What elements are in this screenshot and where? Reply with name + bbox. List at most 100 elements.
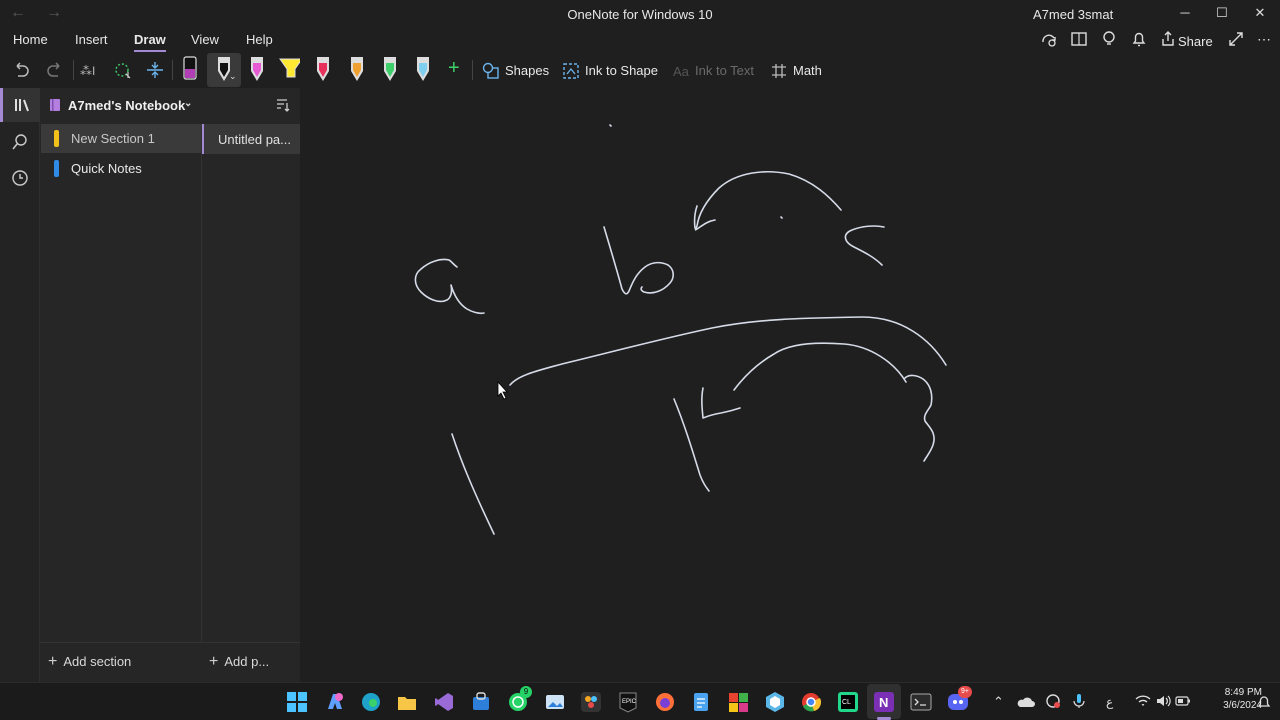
firefox-icon[interactable] bbox=[654, 691, 676, 713]
ink-stroke bbox=[509, 316, 947, 386]
user-name[interactable]: A7med 3smat bbox=[1033, 7, 1113, 22]
clock-time: 8:49 PM bbox=[1224, 687, 1262, 698]
chevron-up-icon[interactable]: ⌃ bbox=[993, 694, 1004, 710]
tab-home[interactable]: Home bbox=[13, 32, 48, 47]
add-page-label: Add p... bbox=[224, 654, 270, 669]
title-bar: ← → OneNote for Windows 10 A7med 3smat ─… bbox=[0, 0, 1280, 28]
sync-tray-icon[interactable] bbox=[1045, 693, 1061, 709]
wifi-icon[interactable] bbox=[1135, 694, 1151, 708]
add-section-label: Add section bbox=[63, 654, 132, 669]
maximize-button[interactable]: ☐ bbox=[1207, 3, 1237, 23]
add-space-icon[interactable] bbox=[145, 60, 167, 80]
windows-start-icon[interactable] bbox=[286, 691, 308, 713]
ink-stroke bbox=[673, 398, 710, 492]
visual-studio-icon[interactable] bbox=[433, 691, 455, 713]
store-icon[interactable] bbox=[470, 691, 492, 713]
chevron-down-icon: ⌄ bbox=[184, 98, 193, 109]
shapes-icon[interactable] bbox=[482, 62, 500, 80]
davinci-resolve-icon[interactable] bbox=[580, 691, 602, 713]
math-icon[interactable] bbox=[770, 62, 788, 80]
magnifier-icon bbox=[12, 134, 27, 150]
input-language[interactable]: ع bbox=[1106, 695, 1113, 709]
office-apps-icon[interactable] bbox=[727, 691, 749, 713]
copilot-icon[interactable] bbox=[324, 691, 346, 713]
onenote-icon[interactable]: N bbox=[873, 691, 895, 713]
share-button[interactable]: Share bbox=[1178, 34, 1213, 49]
svg-text:EPIC: EPIC bbox=[622, 699, 637, 705]
more-options-icon[interactable]: ⋯ bbox=[1257, 31, 1271, 51]
note-canvas[interactable] bbox=[300, 88, 1280, 682]
lightbulb-icon[interactable] bbox=[1100, 30, 1118, 50]
onedrive-icon[interactable] bbox=[1017, 695, 1035, 709]
tab-insert[interactable]: Insert bbox=[75, 32, 108, 47]
lasso-select-icon[interactable] bbox=[112, 60, 134, 80]
mouse-cursor-icon bbox=[497, 380, 508, 400]
taskbar: 9 EPIC CL N 9+ ⌃ ع bbox=[0, 682, 1280, 720]
tab-help[interactable]: Help bbox=[246, 32, 273, 47]
pen-icon[interactable] bbox=[179, 54, 201, 84]
taskbar-clock[interactable]: 8:49 PM 3/6/2024 bbox=[1192, 686, 1262, 712]
clion-icon[interactable]: CL bbox=[837, 691, 859, 713]
notebook-picker[interactable]: A7med's Notebook ⌄ bbox=[48, 96, 298, 116]
bell-icon[interactable] bbox=[1130, 30, 1148, 50]
pen-icon[interactable] bbox=[246, 54, 268, 84]
svg-text:CL: CL bbox=[842, 699, 851, 706]
sort-icon[interactable] bbox=[274, 97, 290, 113]
math-button[interactable]: Math bbox=[793, 63, 822, 78]
minimize-button[interactable]: ─ bbox=[1170, 3, 1200, 23]
tab-view[interactable]: View bbox=[191, 32, 219, 47]
fullscreen-icon[interactable] bbox=[1227, 30, 1245, 50]
ink-to-shape-button[interactable]: Ink to Shape bbox=[585, 63, 658, 78]
pen-icon[interactable] bbox=[312, 54, 334, 84]
pen-icon[interactable] bbox=[346, 54, 368, 84]
battery-icon[interactable] bbox=[1175, 695, 1191, 707]
chrome-icon[interactable] bbox=[800, 691, 822, 713]
photos-icon[interactable] bbox=[544, 691, 566, 713]
section-item[interactable]: New Section 1 bbox=[41, 124, 201, 153]
immersive-reader-icon[interactable] bbox=[1070, 30, 1088, 50]
notification-badge: 9 bbox=[520, 686, 532, 698]
add-page-button[interactable]: + Add p... bbox=[209, 653, 269, 671]
clock-date: 3/6/2024 bbox=[1223, 700, 1262, 711]
tab-draw[interactable]: Draw bbox=[134, 32, 166, 52]
section-color-tab bbox=[54, 130, 59, 147]
ink-stroke bbox=[451, 433, 495, 535]
app-hexagon-icon[interactable] bbox=[764, 691, 786, 713]
volume-icon[interactable] bbox=[1155, 694, 1171, 708]
notepad-icon[interactable] bbox=[690, 691, 712, 713]
ink-to-shape-icon[interactable] bbox=[562, 62, 580, 80]
section-item[interactable]: Quick Notes bbox=[41, 154, 201, 183]
epic-games-icon[interactable]: EPIC bbox=[617, 691, 639, 713]
sync-icon[interactable] bbox=[1040, 30, 1058, 50]
file-explorer-icon[interactable] bbox=[396, 691, 418, 713]
pen-icon[interactable] bbox=[412, 54, 434, 84]
terminal-icon[interactable] bbox=[910, 691, 932, 713]
share-icon[interactable] bbox=[1160, 30, 1176, 50]
ink-stroke bbox=[844, 225, 885, 266]
chevron-down-icon[interactable]: ⌄ bbox=[229, 71, 237, 82]
add-section-button[interactable]: + Add section bbox=[48, 653, 131, 671]
section-color-tab bbox=[54, 160, 59, 177]
highlighter-icon[interactable] bbox=[278, 54, 300, 84]
redo-icon[interactable] bbox=[45, 60, 67, 80]
ink-stroke bbox=[780, 216, 783, 219]
edge-icon[interactable] bbox=[360, 691, 382, 713]
microphone-icon[interactable] bbox=[1072, 693, 1086, 709]
ink-stroke bbox=[603, 226, 674, 295]
page-item[interactable]: Untitled pa... bbox=[202, 124, 300, 154]
add-pen-icon[interactable]: + bbox=[448, 57, 460, 80]
type-select-icon[interactable]: ⁂I bbox=[79, 60, 101, 80]
notebooks-icon[interactable] bbox=[0, 88, 40, 122]
search-icon[interactable] bbox=[0, 125, 40, 159]
ink-stroke bbox=[904, 374, 935, 462]
ink-to-text-icon: Aa bbox=[673, 64, 690, 79]
ink-drawing bbox=[414, 124, 947, 535]
recent-notes-icon[interactable] bbox=[0, 161, 40, 195]
pen-icon[interactable] bbox=[379, 54, 401, 84]
close-button[interactable]: ✕ bbox=[1245, 3, 1275, 23]
toolbar-divider bbox=[472, 60, 473, 80]
draw-toolbar: ⁂I ⌄ + Shapes Ink to Shape Aa Ink to Tex… bbox=[0, 52, 1280, 88]
undo-icon[interactable] bbox=[11, 60, 33, 80]
ink-stroke bbox=[609, 124, 612, 127]
shapes-button[interactable]: Shapes bbox=[505, 63, 549, 78]
